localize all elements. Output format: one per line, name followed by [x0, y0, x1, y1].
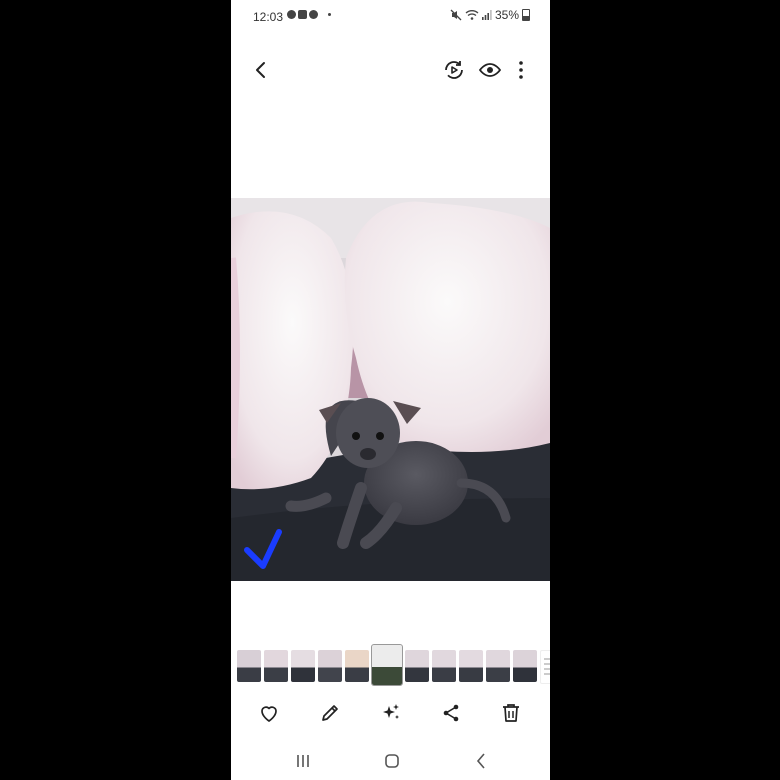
home-icon[interactable]: [380, 749, 404, 773]
filmstrip: [231, 644, 550, 687]
back-icon[interactable]: [249, 58, 273, 82]
recents-icon[interactable]: [291, 749, 315, 773]
back-nav-icon[interactable]: [469, 749, 493, 773]
wifi-icon: [465, 10, 479, 20]
filmstrip-thumbnail[interactable]: [486, 650, 510, 682]
viewer-top-bar: [231, 50, 550, 90]
status-bar: 12:03 35%: [231, 0, 550, 34]
filmstrip-thumbnail[interactable]: [371, 644, 403, 686]
more-notifications-dot: [328, 13, 331, 16]
filmstrip-thumbnail[interactable]: [540, 650, 550, 684]
filmstrip-thumbnail[interactable]: [291, 650, 315, 682]
mute-icon: [450, 9, 462, 21]
battery-icon: [522, 9, 530, 21]
system-icons: 35%: [450, 8, 530, 22]
puppy-photo: [231, 198, 550, 581]
filmstrip-thumbnail[interactable]: [432, 650, 456, 682]
filmstrip-thumbnail[interactable]: [405, 650, 429, 682]
motion-photo-icon[interactable]: [442, 58, 466, 82]
share-icon[interactable]: [439, 701, 463, 725]
filmstrip-thumbnail[interactable]: [513, 650, 537, 682]
filmstrip-thumbnail[interactable]: [345, 650, 369, 682]
edit-icon[interactable]: [318, 701, 342, 725]
delete-icon[interactable]: [499, 701, 523, 725]
messenger-icon: [287, 10, 296, 19]
signal-icon: [481, 10, 492, 20]
notification-icons: [287, 10, 331, 19]
gallery-icon: [298, 10, 307, 19]
filmstrip-thumbnail[interactable]: [237, 650, 261, 682]
favorite-icon[interactable]: [257, 701, 281, 725]
bottom-toolbar: [231, 698, 550, 728]
view-icon[interactable]: [478, 58, 502, 82]
filmstrip-thumbnail[interactable]: [264, 650, 288, 682]
system-nav-bar: [231, 745, 550, 775]
phone-screen: 12:03 35%: [231, 0, 550, 780]
filmstrip-thumbnail[interactable]: [318, 650, 342, 682]
more-options-icon[interactable]: [509, 58, 533, 82]
status-time: 12:03: [253, 10, 284, 24]
filmstrip-thumbnail[interactable]: [459, 650, 483, 682]
messenger-icon: [309, 10, 318, 19]
enhance-icon[interactable]: [379, 701, 403, 725]
battery-percent: 35%: [494, 8, 519, 22]
photo-viewer[interactable]: [231, 198, 550, 581]
